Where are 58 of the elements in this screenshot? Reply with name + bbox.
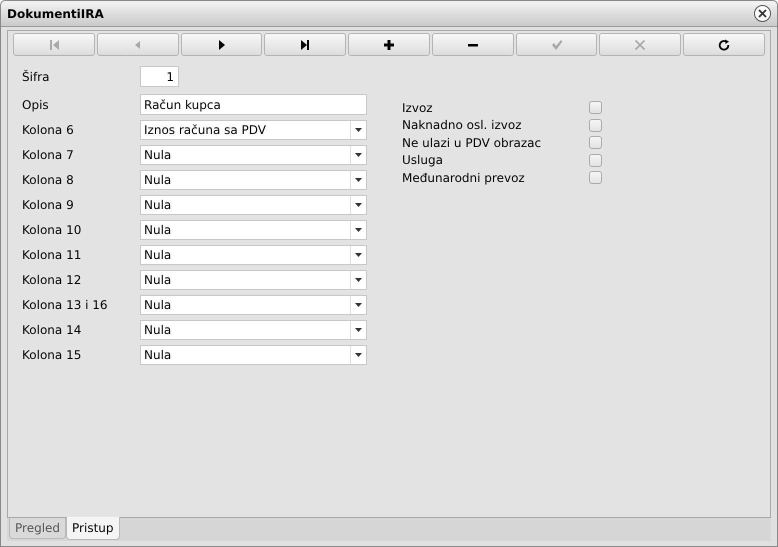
checkbox[interactable]: [589, 101, 602, 114]
close-icon: [634, 38, 646, 50]
field-label: Kolona 15: [22, 346, 82, 364]
field-label: Kolona 9: [22, 196, 75, 214]
checkbox-label: Naknadno osl. izvoz: [402, 117, 522, 134]
field-label: Kolona 10: [22, 222, 82, 238]
checkbox-label: Usluga: [402, 152, 443, 170]
dropdown[interactable]: Nula: [140, 244, 367, 264]
close-icon: [758, 9, 767, 18]
caret-icon: [355, 302, 362, 306]
field-label: Kolona 6: [22, 122, 75, 138]
dropdown[interactable]: Iznos računa sa PDV: [140, 120, 367, 140]
window-title: DokumentiIRA: [7, 6, 104, 22]
first-icon: [48, 38, 60, 50]
last-icon: [299, 38, 312, 50]
checkbox-label: Ne ulazi u PDV obrazac: [402, 134, 542, 152]
dropdown[interactable]: Nula: [140, 344, 367, 364]
dropdown[interactable]: Nula: [140, 320, 367, 340]
caret-icon: [355, 178, 362, 182]
checkbox-label: Međunarodni prevoz: [402, 170, 525, 187]
caret-icon: [355, 278, 362, 282]
refresh-icon: [718, 38, 730, 50]
field-label: Kolona 11: [22, 246, 82, 264]
checkbox-label: Izvoz: [402, 100, 433, 117]
refresh-button[interactable]: [683, 33, 766, 56]
caret-icon: [355, 128, 362, 132]
caret-icon: [355, 352, 362, 356]
dropdown[interactable]: Nula: [140, 170, 367, 190]
field-label: Kolona 13 i 16: [22, 296, 109, 314]
dropdown[interactable]: Nula: [140, 294, 367, 314]
dropdown[interactable]: Nula: [140, 144, 367, 164]
tab[interactable]: Pristup: [66, 517, 120, 540]
plus-icon: [383, 38, 396, 50]
field-label: Kolona 7: [22, 146, 75, 164]
caret-icon: [355, 252, 362, 256]
caret-icon: [355, 328, 362, 332]
caret-icon: [355, 202, 362, 206]
field-label: Opis: [22, 96, 50, 114]
field-label: Kolona 8: [22, 172, 75, 188]
field-label: Kolona 12: [22, 272, 82, 288]
checkbox[interactable]: [589, 171, 602, 184]
dropdown[interactable]: Nula: [140, 270, 367, 290]
field-label: Šifra: [22, 68, 50, 86]
dropdown[interactable]: Nula: [140, 194, 367, 214]
last-button[interactable]: [264, 33, 346, 56]
tab[interactable]: Pregled: [9, 518, 66, 539]
close-button[interactable]: [754, 5, 771, 22]
plus-button[interactable]: [348, 33, 430, 56]
checkbox[interactable]: [589, 136, 602, 150]
caret-icon: [355, 152, 362, 156]
dropdown[interactable]: Nula: [140, 220, 367, 240]
checkbox[interactable]: [589, 118, 602, 132]
text-field[interactable]: Račun kupca: [140, 94, 367, 115]
number-field[interactable]: 1: [140, 66, 179, 87]
caret-icon: [355, 228, 362, 232]
field-label: Kolona 14: [22, 322, 82, 338]
checkbox[interactable]: [589, 154, 602, 167]
checkmark-icon: [550, 38, 563, 50]
